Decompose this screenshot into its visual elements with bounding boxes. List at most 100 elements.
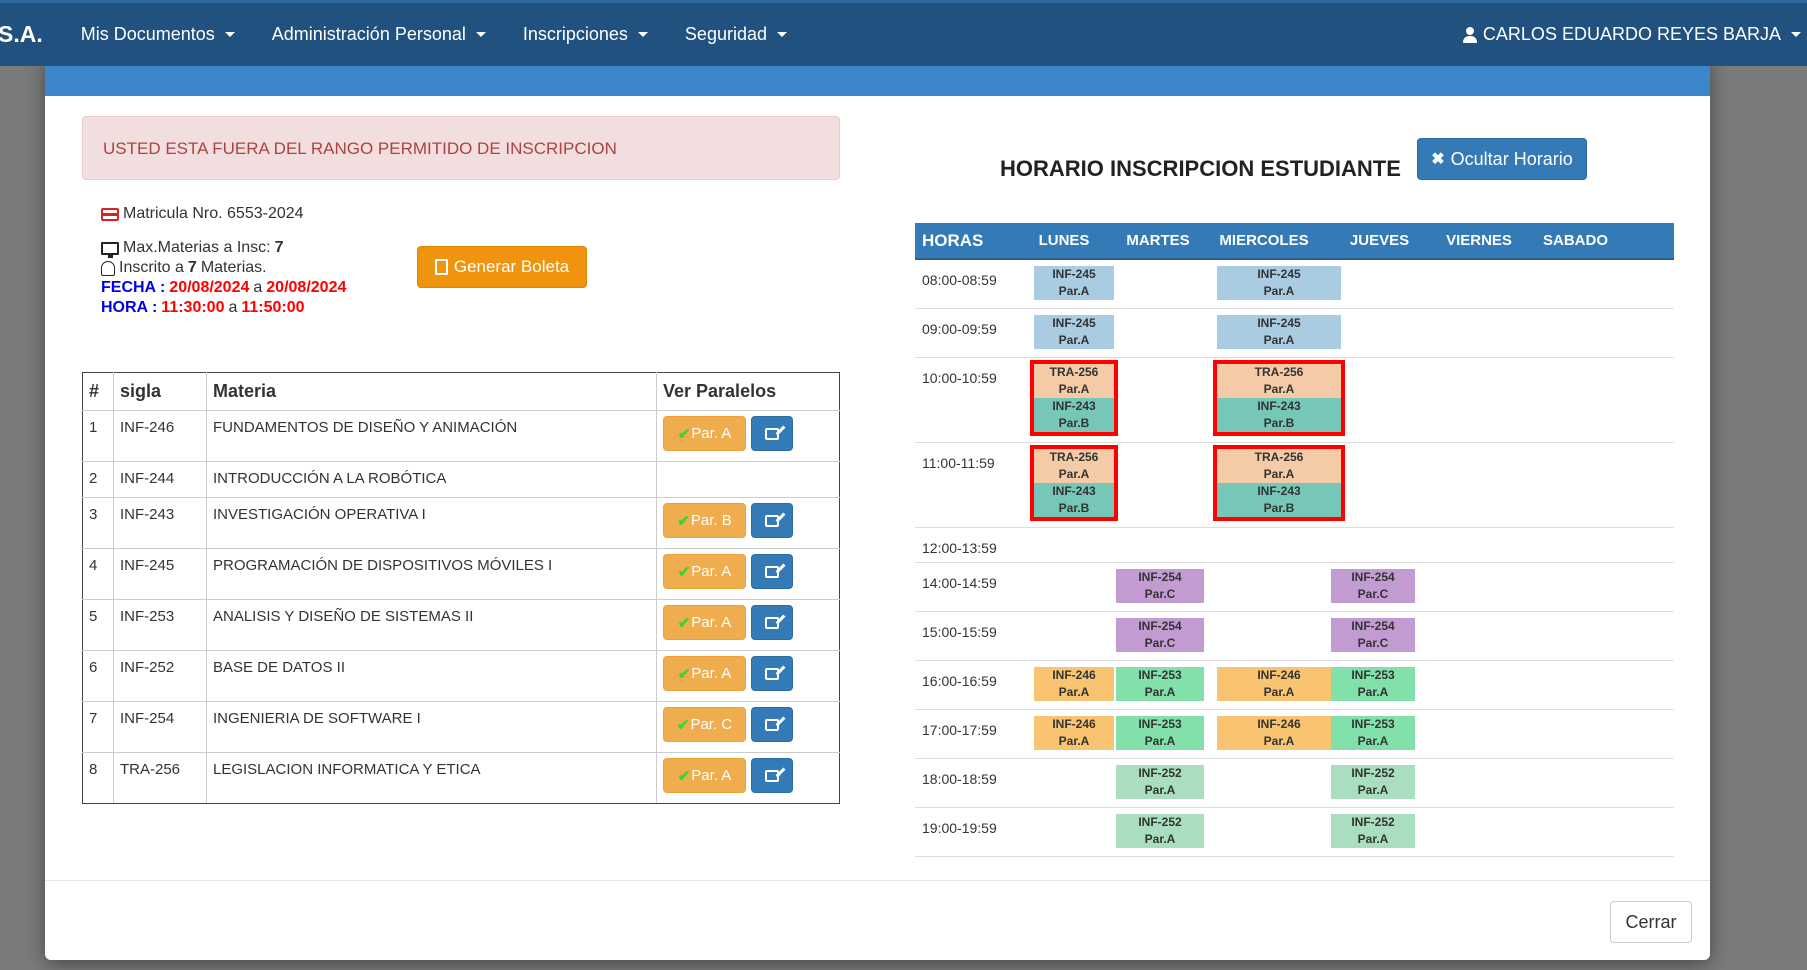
matricula-text: Matricula Nro. 6553-2024 xyxy=(123,205,304,222)
schedule-row: 14:00-14:59 INF-254 Par.C INF-254 Par.C xyxy=(915,563,1674,612)
schedule-block[interactable]: INF-246 Par.A xyxy=(1217,716,1341,750)
schedule-block[interactable]: INF-252 Par.A xyxy=(1331,814,1415,848)
schedule-block[interactable]: TRA-256 Par.A xyxy=(1217,364,1341,398)
menu-label: Administración Personal xyxy=(271,24,466,44)
row-sigla: INF-244 xyxy=(113,461,207,498)
row-materia: INVESTIGACIÓN OPERATIVA I xyxy=(206,497,657,549)
edit-button[interactable] xyxy=(751,656,793,691)
col-header-sigla: sigla xyxy=(113,372,207,411)
schedule-row: 11:00-11:59 TRA-256 Par.A INF-243 Par.B TRA-2… xyxy=(915,443,1674,528)
credit-card-icon xyxy=(101,207,119,221)
block-paralelo: Par.A xyxy=(1357,832,1389,846)
edit-icon xyxy=(765,769,779,782)
cerrar-button[interactable]: Cerrar xyxy=(1610,901,1692,943)
schedule-block[interactable]: INF-253 Par.A xyxy=(1331,716,1415,750)
fecha-sep: a xyxy=(253,279,263,296)
menu-administracion-personal[interactable]: Administración Personal xyxy=(272,24,486,45)
user-name: CARLOS EDUARDO REYES BARJA xyxy=(1482,24,1781,44)
modal-footer: Cerrar xyxy=(45,881,1710,960)
ocultar-horario-button[interactable]: ✖ Ocultar Horario xyxy=(1417,138,1587,180)
paralelo-label: Par. B xyxy=(690,512,732,529)
caret-down-icon xyxy=(637,32,648,37)
row-materia: PROGRAMACIÓN DE DISPOSITIVOS MÓVILES I xyxy=(206,548,657,600)
row-sigla: INF-246 xyxy=(113,410,207,462)
menu-mis-documentos[interactable]: Mis Documentos xyxy=(81,24,235,45)
paralelo-button[interactable]: ✔ Par. A xyxy=(663,605,746,640)
row-paralelos: ✔ Par. A xyxy=(656,650,840,702)
schedule-block[interactable]: INF-245 Par.A xyxy=(1034,266,1114,300)
menu-seguridad[interactable]: Seguridad xyxy=(685,24,787,45)
schedule-block[interactable]: TRA-256 Par.A xyxy=(1034,364,1114,398)
block-code: INF-245 xyxy=(1052,267,1096,281)
block-code: INF-253 xyxy=(1138,717,1182,731)
edit-button[interactable] xyxy=(751,554,793,589)
fecha-line: FECHA : 20/08/2024 a 20/08/2024 xyxy=(101,278,346,298)
max-label: Max.Materias a Insc: xyxy=(123,239,271,256)
schedule-block[interactable]: TRA-256 Par.A xyxy=(1034,449,1114,483)
generar-boleta-button[interactable]: Generar Boleta xyxy=(417,246,587,288)
table-row: 7 INF-254 INGENIERIA DE SOFTWARE I ✔ Par. C xyxy=(82,701,840,753)
block-paralelo: Par.A xyxy=(1058,734,1090,748)
row-paralelos xyxy=(656,461,840,498)
paralelo-button[interactable]: ✔ Par. C xyxy=(663,707,746,742)
schedule-block[interactable]: INF-254 Par.C xyxy=(1116,618,1204,652)
paralelo-button[interactable]: ✔ Par. A xyxy=(663,554,746,589)
edit-button[interactable] xyxy=(751,605,793,640)
time-slot-label: 11:00-11:59 xyxy=(922,455,995,471)
schedule-block[interactable]: INF-243 Par.B xyxy=(1034,483,1114,517)
brand[interactable]: S.A. xyxy=(0,21,43,48)
schedule-block[interactable]: INF-254 Par.C xyxy=(1116,569,1204,603)
schedule-block[interactable]: INF-245 Par.A xyxy=(1034,315,1114,349)
schedule-block[interactable]: INF-253 Par.A xyxy=(1116,716,1204,750)
schedule-block[interactable]: INF-254 Par.C xyxy=(1331,618,1415,652)
block-paralelo: Par.C xyxy=(1357,636,1389,650)
block-code: INF-246 xyxy=(1052,668,1096,682)
row-materia: FUNDAMENTOS DE DISEÑO Y ANIMACIÓN xyxy=(206,410,657,462)
check-icon: ✔ xyxy=(677,614,691,632)
hora-line: HORA : 11:30:00 a 11:50:00 xyxy=(101,298,346,318)
schedule-block[interactable]: INF-252 Par.A xyxy=(1116,814,1204,848)
table-row: 4 INF-245 PROGRAMACIÓN DE DISPOSITIVOS MÓV… xyxy=(82,548,840,600)
block-paralelo: Par.A xyxy=(1263,734,1295,748)
top-navbar: S.A. Mis Documentos Administración Perso… xyxy=(0,0,1807,66)
user-menu[interactable]: CARLOS EDUARDO REYES BARJA xyxy=(1462,24,1801,45)
paralelo-button[interactable]: ✔ Par. A xyxy=(663,656,746,691)
schedule-block[interactable]: INF-246 Par.A xyxy=(1034,716,1114,750)
paralelo-button[interactable]: ✔ Par. A xyxy=(663,758,746,793)
edit-icon xyxy=(765,667,779,680)
schedule-conflict-box: TRA-256 Par.A INF-243 Par.B xyxy=(1030,360,1118,436)
schedule-block[interactable]: INF-245 Par.A xyxy=(1217,266,1341,300)
generar-boleta-label: Generar Boleta xyxy=(453,257,570,276)
schedule-block[interactable]: INF-245 Par.A xyxy=(1217,315,1341,349)
schedule-block[interactable]: INF-246 Par.A xyxy=(1217,667,1341,701)
edit-button[interactable] xyxy=(751,707,793,742)
row-number: 4 xyxy=(82,548,114,600)
schedule-block[interactable]: INF-252 Par.A xyxy=(1116,765,1204,799)
schedule-block[interactable]: INF-253 Par.A xyxy=(1331,667,1415,701)
row-number: 8 xyxy=(82,752,114,804)
schedule-block[interactable]: INF-243 Par.B xyxy=(1217,483,1341,517)
schedule-block[interactable]: INF-252 Par.A xyxy=(1331,765,1415,799)
schedule-block[interactable]: TRA-256 Par.A xyxy=(1217,449,1341,483)
monitor-icon xyxy=(101,241,119,258)
schedule-block[interactable]: INF-253 Par.A xyxy=(1116,667,1204,701)
schedule-block[interactable]: INF-243 Par.B xyxy=(1034,398,1114,432)
paralelo-button[interactable]: ✔ Par. A xyxy=(663,416,746,451)
hora-label: HORA : xyxy=(101,299,158,316)
time-slot-label: 12:00-13:59 xyxy=(922,540,997,556)
inscrito-value: 7 xyxy=(187,259,197,276)
edit-button[interactable] xyxy=(751,416,793,451)
block-code: INF-254 xyxy=(1138,570,1182,584)
menu-inscripciones[interactable]: Inscripciones xyxy=(523,24,648,45)
edit-button[interactable] xyxy=(751,503,793,538)
schedule-block[interactable]: INF-243 Par.B xyxy=(1217,398,1341,432)
block-paralelo: Par.A xyxy=(1144,734,1176,748)
edit-button[interactable] xyxy=(751,758,793,793)
row-sigla: TRA-256 xyxy=(113,752,207,804)
schedule-block[interactable]: INF-246 Par.A xyxy=(1034,667,1114,701)
paralelo-button[interactable]: ✔ Par. B xyxy=(663,503,746,538)
block-code: INF-243 xyxy=(1052,484,1096,498)
schedule-block[interactable]: INF-254 Par.C xyxy=(1331,569,1415,603)
time-slot-label: 18:00-18:59 xyxy=(922,771,997,787)
inscrito-line: Inscrito a 7 Materias. xyxy=(101,258,346,278)
